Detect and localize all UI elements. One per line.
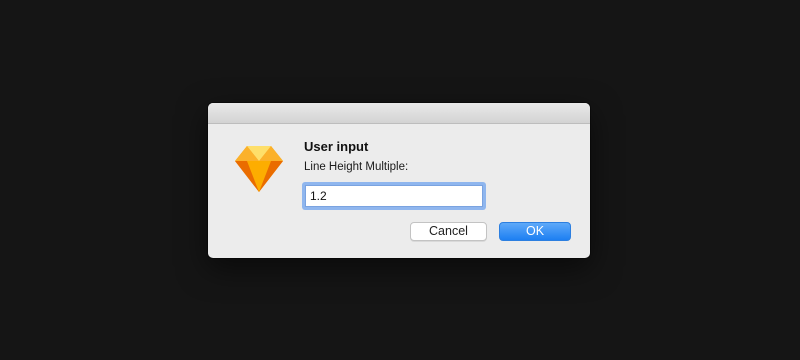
dialog-title: User input (304, 139, 369, 154)
line-height-input[interactable] (305, 185, 483, 207)
input-focus-ring (302, 182, 486, 210)
dialog-message: Line Height Multiple: (304, 161, 409, 173)
sketch-diamond-icon (231, 140, 287, 196)
desktop-background: User input Line Height Multiple: Cancel … (0, 0, 800, 360)
user-input-dialog: User input Line Height Multiple: Cancel … (208, 103, 590, 258)
cancel-button[interactable]: Cancel (410, 222, 487, 241)
ok-button[interactable]: OK (499, 222, 571, 241)
dialog-titlebar[interactable] (208, 103, 590, 124)
